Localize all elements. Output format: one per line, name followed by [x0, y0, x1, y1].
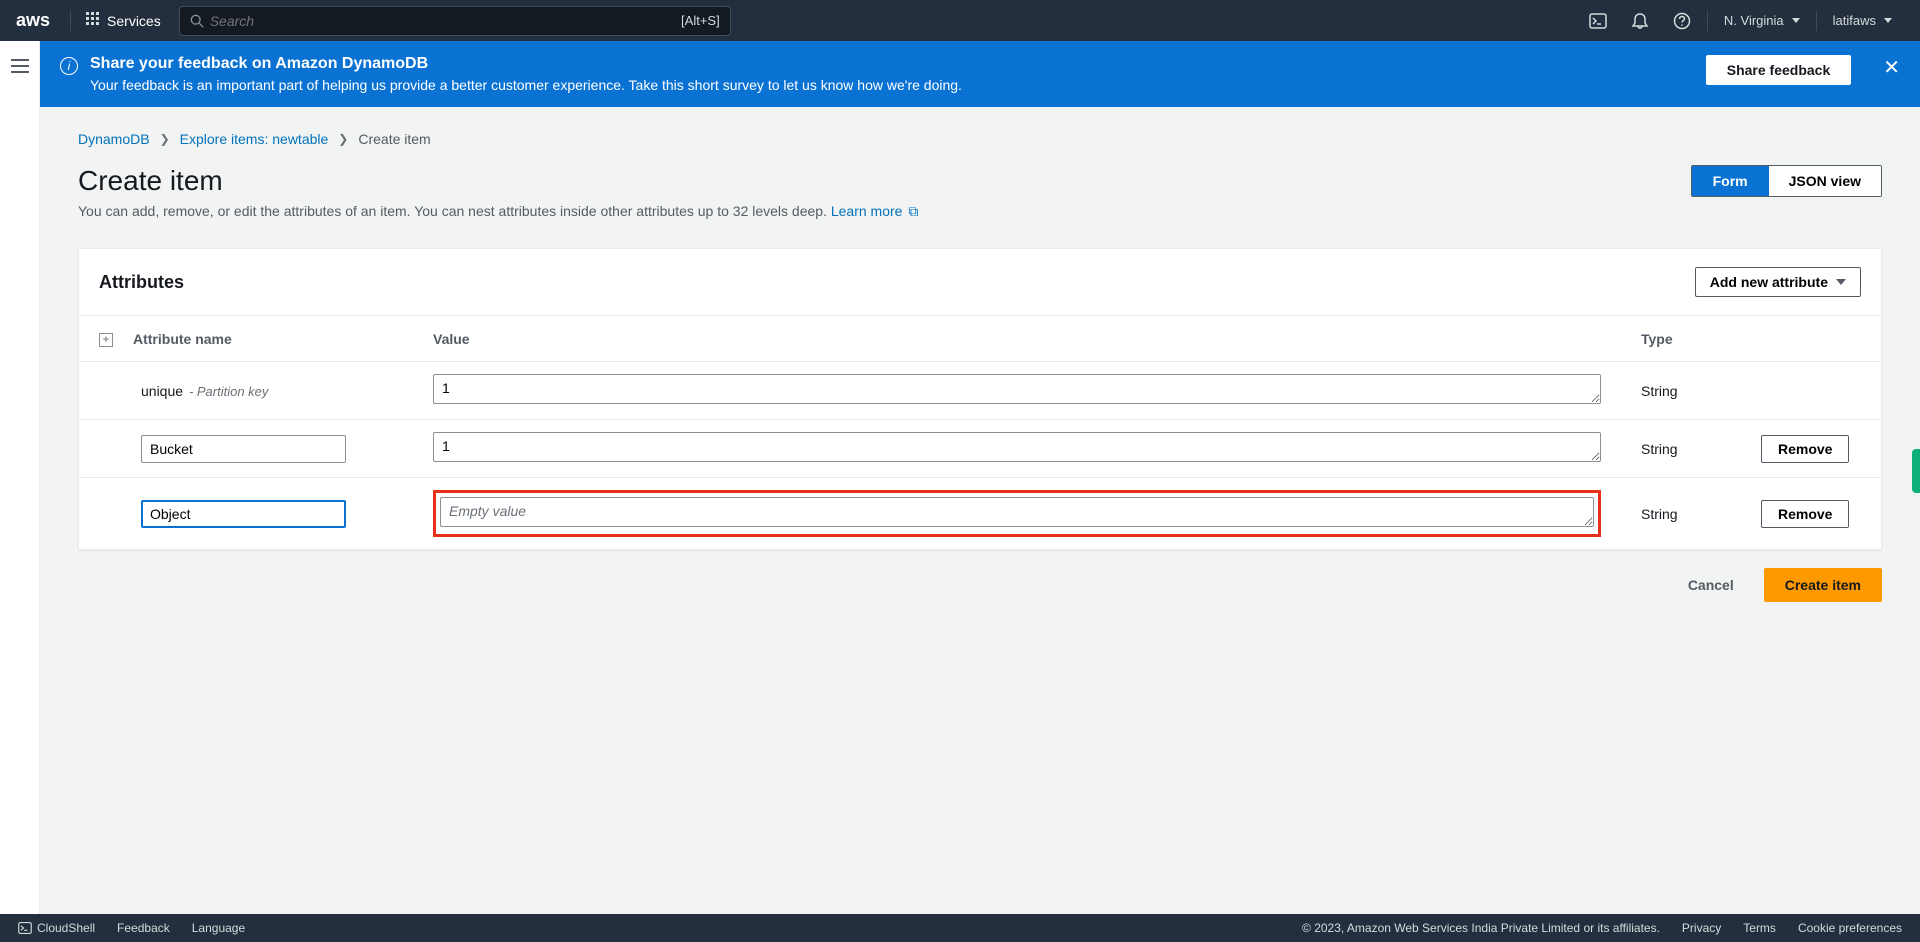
grid-icon [85, 11, 101, 30]
column-header-type: Type [1621, 316, 1741, 362]
bottom-bar: CloudShell Feedback Language © 2023, Ama… [0, 914, 1920, 942]
cancel-button[interactable]: Cancel [1672, 568, 1750, 602]
attributes-panel: Attributes Add new attribute + Attribute… [78, 248, 1882, 550]
feedback-tab[interactable] [1912, 449, 1920, 493]
breadcrumb-current: Create item [358, 131, 430, 147]
aws-logo[interactable]: aws [16, 10, 50, 31]
column-header-value: Value [413, 316, 1621, 362]
chevron-right-icon: ❯ [338, 132, 348, 146]
add-attribute-button[interactable]: Add new attribute [1695, 267, 1861, 297]
hamburger-icon [11, 59, 29, 73]
chevron-down-icon [1836, 279, 1846, 285]
page-title: Create item [78, 165, 223, 197]
column-header-name: Attribute name [113, 316, 413, 362]
top-nav: aws Services [Alt+S] N. Virginia latifaw… [0, 0, 1920, 41]
table-row: String Remove [79, 420, 1881, 478]
chevron-down-icon [1792, 18, 1800, 23]
panel-title: Attributes [99, 272, 184, 293]
share-feedback-button[interactable]: Share feedback [1706, 55, 1852, 85]
cloudshell-link[interactable]: CloudShell [18, 921, 95, 935]
region-label: N. Virginia [1724, 13, 1784, 28]
feedback-link[interactable]: Feedback [117, 921, 170, 935]
region-selector[interactable]: N. Virginia [1712, 13, 1812, 28]
table-row: String Remove [79, 478, 1881, 550]
terms-link[interactable]: Terms [1743, 921, 1776, 935]
create-item-button[interactable]: Create item [1764, 568, 1882, 602]
account-label: latifaws [1833, 13, 1876, 28]
external-link-icon: ⧉ [908, 203, 918, 219]
banner-description: Your feedback is an important part of he… [90, 77, 1694, 93]
attribute-name-input[interactable] [141, 435, 346, 463]
search-icon [190, 14, 204, 28]
search-input[interactable] [204, 13, 681, 29]
notifications-icon[interactable] [1619, 12, 1661, 30]
cloudshell-icon[interactable] [1577, 12, 1619, 30]
attribute-value-input[interactable] [433, 432, 1601, 462]
attribute-name-label: unique - Partition key [133, 383, 268, 399]
expand-all-icon[interactable]: + [99, 333, 113, 347]
cookie-preferences-link[interactable]: Cookie preferences [1798, 921, 1902, 935]
close-icon[interactable]: ✕ [1883, 55, 1900, 80]
tab-form[interactable]: Form [1692, 166, 1769, 196]
view-toggle: Form JSON view [1691, 165, 1882, 197]
breadcrumb: DynamoDB ❯ Explore items: newtable ❯ Cre… [78, 131, 1882, 147]
chevron-down-icon [1884, 18, 1892, 23]
remove-button[interactable]: Remove [1761, 435, 1849, 463]
copyright-text: © 2023, Amazon Web Services India Privat… [1302, 921, 1660, 935]
table-row: unique - Partition key String [79, 362, 1881, 420]
page-description: You can add, remove, or edit the attribu… [78, 203, 1882, 220]
breadcrumb-link[interactable]: DynamoDB [78, 131, 150, 147]
breadcrumb-link[interactable]: Explore items: newtable [180, 131, 329, 147]
side-nav-toggle[interactable] [0, 41, 40, 914]
banner-title: Share your feedback on Amazon DynamoDB [90, 55, 1694, 73]
attribute-type-label: String [1621, 478, 1741, 550]
services-button[interactable]: Services [75, 11, 171, 30]
partition-key-label: - Partition key [189, 384, 268, 399]
remove-button[interactable]: Remove [1761, 500, 1849, 528]
attribute-type-label: String [1621, 362, 1741, 420]
tab-json-view[interactable]: JSON view [1769, 166, 1881, 196]
help-icon[interactable] [1661, 12, 1703, 30]
language-link[interactable]: Language [192, 921, 245, 935]
attribute-name-input[interactable] [141, 500, 346, 528]
attribute-value-input[interactable] [440, 497, 1594, 527]
privacy-link[interactable]: Privacy [1682, 921, 1721, 935]
feedback-banner: i Share your feedback on Amazon DynamoDB… [40, 41, 1920, 107]
search-box[interactable]: [Alt+S] [179, 6, 731, 36]
services-label: Services [107, 13, 161, 29]
search-shortcut: [Alt+S] [681, 13, 720, 28]
form-actions: Cancel Create item [78, 550, 1882, 620]
attribute-value-input[interactable] [433, 374, 1601, 404]
learn-more-link[interactable]: Learn more ⧉ [831, 203, 918, 219]
chevron-right-icon: ❯ [160, 132, 170, 146]
attribute-type-label: String [1621, 420, 1741, 478]
attributes-table: + Attribute name Value Type unique - Par… [79, 316, 1881, 549]
info-icon: i [60, 57, 78, 75]
account-selector[interactable]: latifaws [1821, 13, 1904, 28]
